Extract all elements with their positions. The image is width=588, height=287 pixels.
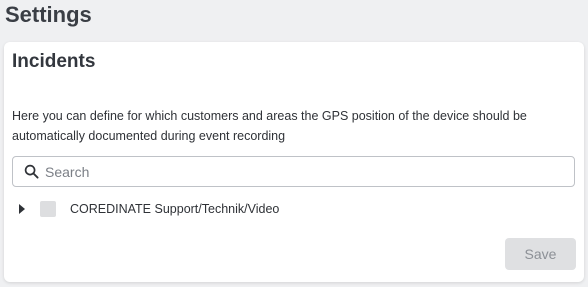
tree-item-label: COREDINATE Support/Technik/Video <box>70 202 280 216</box>
save-button[interactable]: Save <box>505 238 576 270</box>
incidents-card: Incidents Here you can define for which … <box>4 42 584 282</box>
incidents-title: Incidents <box>12 51 96 72</box>
page-title: Settings <box>5 2 92 27</box>
tree-item-checkbox[interactable] <box>40 201 56 217</box>
search-icon <box>23 164 39 180</box>
caret-right-icon[interactable] <box>16 203 28 215</box>
incidents-description: Here you can define for which customers … <box>12 109 527 143</box>
search-input[interactable] <box>45 158 574 185</box>
settings-page: Settings Incidents Here you can define f… <box>0 0 588 287</box>
search-field[interactable] <box>12 156 575 187</box>
tree-item[interactable]: COREDINATE Support/Technik/Video <box>12 199 279 219</box>
